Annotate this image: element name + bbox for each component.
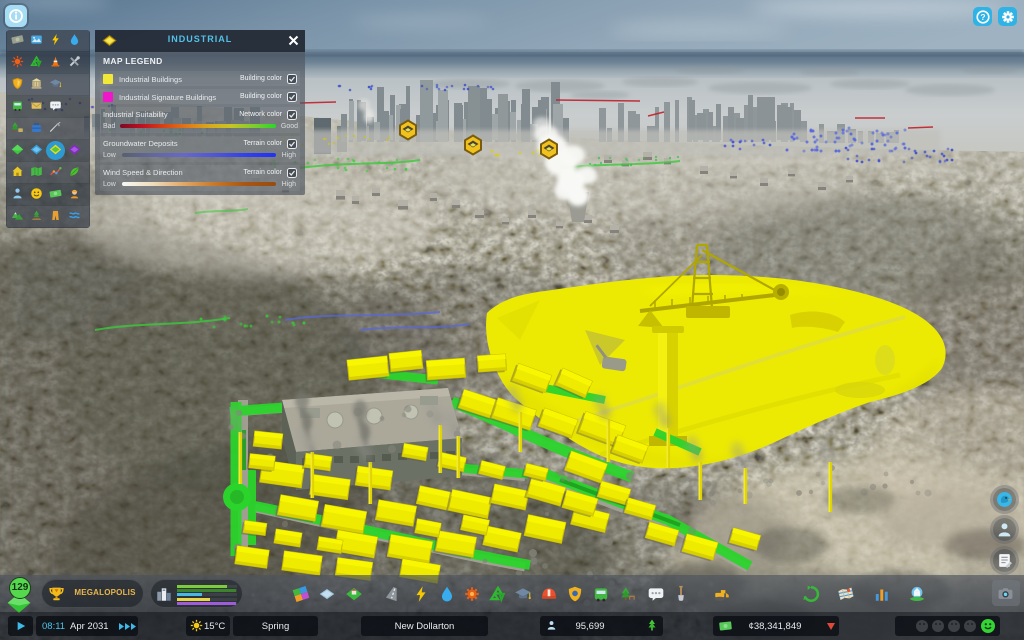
svg-text:?: ? xyxy=(980,12,985,22)
